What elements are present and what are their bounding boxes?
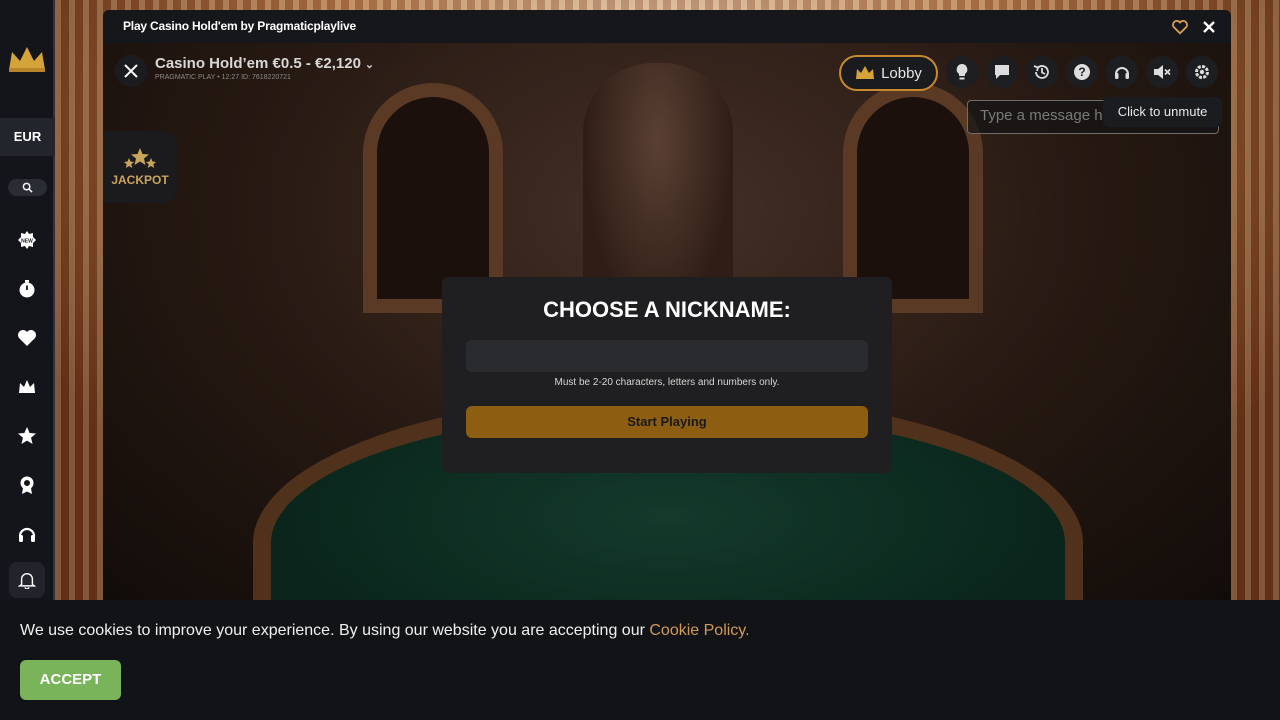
live-video-stream: Casino Hold’em €0.5 - €2,120 ⌄ PRAGMATIC … xyxy=(103,43,1231,600)
cookie-text: We use cookies to improve your experienc… xyxy=(20,622,650,639)
help-icon: ? xyxy=(1074,64,1090,80)
lobby-button[interactable]: Lobby xyxy=(839,55,938,91)
currency-selector[interactable]: EUR xyxy=(0,118,55,156)
gear-icon xyxy=(1195,65,1209,79)
exit-game-button[interactable] xyxy=(115,55,147,87)
notifications-button[interactable] xyxy=(9,562,45,598)
headset-icon xyxy=(1115,67,1129,79)
nickname-modal: CHOOSE A NICKNAME: Must be 2-20 characte… xyxy=(442,277,892,473)
svg-text:NEW: NEW xyxy=(21,239,33,245)
settings-button[interactable] xyxy=(1186,56,1218,88)
history-icon xyxy=(1033,65,1049,79)
crown-icon xyxy=(856,66,875,79)
speaker-muted-icon xyxy=(1154,65,1171,79)
chat-button[interactable] xyxy=(986,56,1018,88)
chat-icon xyxy=(995,65,1009,79)
cookie-policy-link[interactable]: Cookie Policy. xyxy=(649,622,749,639)
bell-icon xyxy=(18,573,36,589)
star-icon[interactable] xyxy=(16,425,38,447)
svg-text:?: ? xyxy=(1078,65,1085,79)
hint-button[interactable] xyxy=(946,56,978,88)
modal-title: CHOOSE A NICKNAME: xyxy=(543,297,791,322)
jackpot-button[interactable]: JACKPOT xyxy=(103,131,177,203)
lightbulb-icon xyxy=(956,64,968,80)
crown-icon[interactable] xyxy=(16,376,38,398)
lobby-label: Lobby xyxy=(881,64,922,82)
close-window-icon[interactable] xyxy=(1200,18,1218,36)
sidebar: EUR NEW xyxy=(0,0,55,600)
start-playing-button[interactable]: Start Playing xyxy=(466,406,868,438)
cookie-message: We use cookies to improve your experienc… xyxy=(20,622,750,640)
close-icon xyxy=(124,64,138,78)
table-name: Casino Hold’em €0.5 - €2,120 xyxy=(155,55,361,72)
game-window: Play Casino Hold'em by Pragmaticplaylive… xyxy=(103,10,1231,600)
table-info: PRAGMATIC PLAY • 12:27 ID: 7618220721 xyxy=(155,74,291,81)
help-button[interactable]: ? xyxy=(1066,56,1098,88)
search-button[interactable] xyxy=(8,179,47,196)
history-button[interactable] xyxy=(1026,56,1058,88)
heart-icon[interactable] xyxy=(16,327,38,349)
accept-cookies-button[interactable]: ACCEPT xyxy=(20,660,121,700)
table-name-dropdown[interactable]: Casino Hold’em €0.5 - €2,120 ⌄ xyxy=(155,55,374,72)
jackpot-label: JACKPOT xyxy=(111,173,169,187)
timer-icon[interactable] xyxy=(16,278,38,300)
window-title-bar: Play Casino Hold'em by Pragmaticplaylive xyxy=(103,10,1231,43)
cookie-banner: We use cookies to improve your experienc… xyxy=(0,600,1280,720)
favorite-heart-icon[interactable] xyxy=(1171,18,1189,36)
new-icon[interactable]: NEW xyxy=(16,229,38,251)
support-button[interactable] xyxy=(1106,56,1138,88)
search-icon xyxy=(22,182,33,193)
nickname-input[interactable] xyxy=(466,340,868,372)
headset-icon[interactable] xyxy=(16,523,38,545)
stars-icon xyxy=(124,148,156,168)
chevron-down-icon: ⌄ xyxy=(364,59,375,71)
mute-button[interactable] xyxy=(1146,56,1178,88)
unmute-tooltip: Click to unmute xyxy=(1103,97,1222,127)
window-title: Play Casino Hold'em by Pragmaticplaylive xyxy=(123,19,356,33)
award-icon[interactable] xyxy=(16,474,38,496)
nickname-hint: Must be 2-20 characters, letters and num… xyxy=(554,377,780,388)
crown-logo-icon[interactable] xyxy=(7,44,47,74)
